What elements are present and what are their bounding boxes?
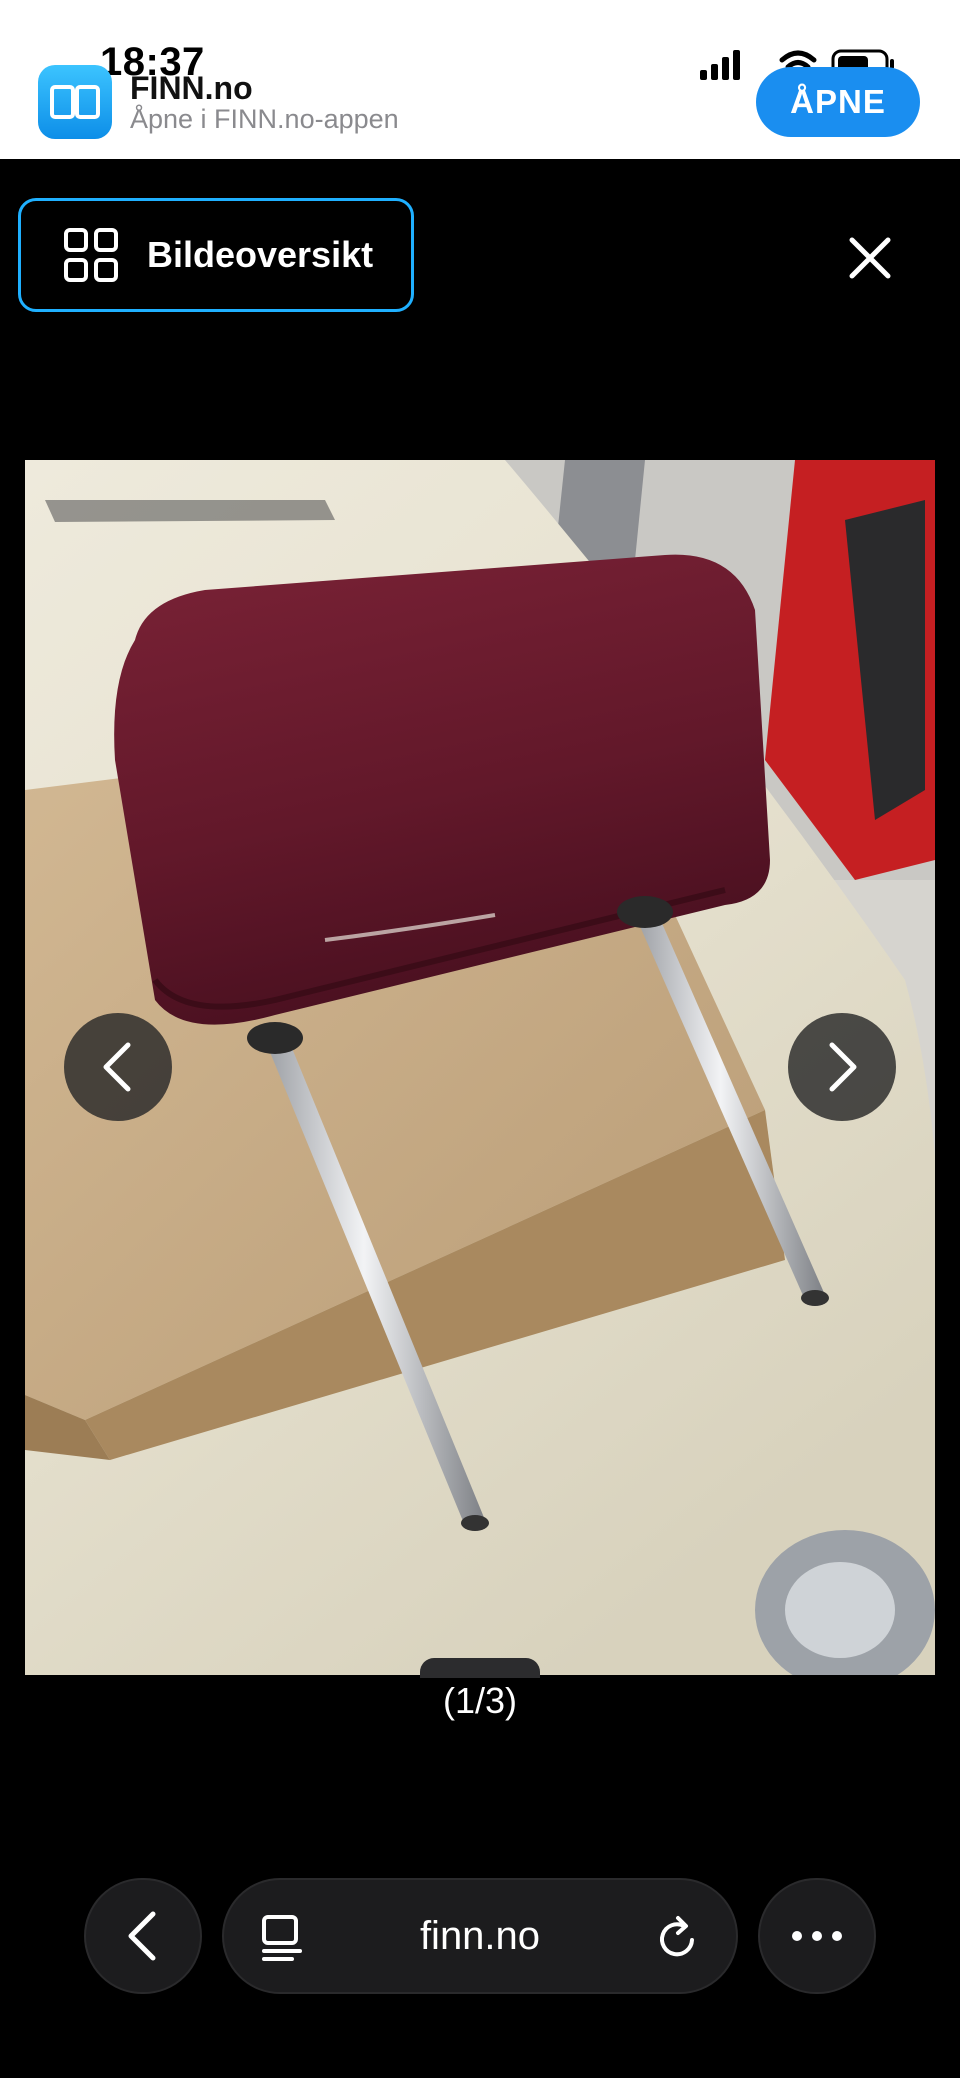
image-counter: (1/3)	[442, 1680, 518, 1721]
app-name: FINN.no	[130, 70, 253, 106]
signal-icon	[700, 50, 740, 80]
chevron-left-icon	[103, 1042, 131, 1092]
image-overview-button[interactable]: Bildeoversikt	[18, 198, 414, 312]
chevron-left-icon	[128, 1911, 156, 1961]
browser-back-button[interactable]	[84, 1878, 202, 1994]
next-image-button[interactable]	[788, 1013, 896, 1121]
finn-book-icon	[50, 85, 100, 119]
smart-app-banner: 18:37 FINN.no Åpne i FINN.no-appen ÅPNE	[0, 0, 960, 159]
reload-icon[interactable]	[656, 1914, 700, 1962]
image-overview-label: Bildeoversikt	[147, 234, 374, 275]
finn-app-icon	[38, 65, 112, 139]
app-subtitle: Åpne i FINN.no-appen	[130, 104, 399, 134]
previous-image-button[interactable]	[64, 1013, 172, 1121]
pager-handle	[420, 1658, 540, 1678]
address-bar[interactable]: finn.no	[222, 1878, 738, 1994]
close-gallery-button[interactable]	[840, 228, 900, 288]
url-text: finn.no	[419, 1913, 541, 1958]
more-options-button[interactable]	[758, 1878, 876, 1994]
reader-mode-icon[interactable]	[260, 1914, 304, 1962]
open-app-button[interactable]: ÅPNE	[756, 67, 920, 137]
more-icon	[792, 1931, 842, 1941]
chevron-right-icon	[829, 1042, 857, 1092]
grid-icon	[64, 228, 118, 282]
close-icon	[849, 237, 891, 279]
